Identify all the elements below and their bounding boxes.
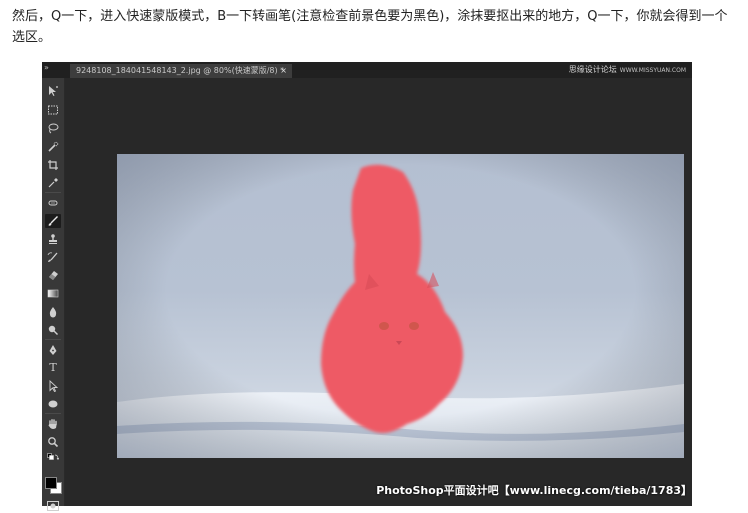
- panel-collapse-toggle[interactable]: »: [44, 63, 49, 72]
- move-icon[interactable]: [45, 84, 61, 98]
- article-instruction-text: 然后，Q一下，进入快速蒙版模式，B一下转画笔(注意检查前景色要为黑色)，涂抹要抠…: [12, 9, 728, 45]
- crop-icon[interactable]: [45, 158, 61, 172]
- eraser-icon[interactable]: [45, 268, 61, 282]
- history-brush-icon[interactable]: [45, 250, 61, 264]
- forum-watermark: PhotoShop平面设计吧【www.linecg.com/tieba/1783…: [376, 484, 692, 497]
- ellipse-shape-icon[interactable]: [45, 397, 61, 411]
- brush-icon[interactable]: [45, 214, 61, 228]
- pen-icon[interactable]: [45, 343, 61, 357]
- path-selection-icon[interactable]: [45, 379, 61, 393]
- clone-stamp-icon[interactable]: [45, 232, 61, 246]
- type-icon[interactable]: T: [45, 361, 61, 375]
- site-watermark-url: WWW.MISSYUAN.COM: [619, 67, 686, 74]
- tools-panel: T: [42, 78, 65, 511]
- healing-brush-icon[interactable]: [45, 196, 61, 210]
- foreground-color-swatch[interactable]: [45, 477, 57, 489]
- default-colors-icon[interactable]: [45, 452, 61, 462]
- site-watermark: 思缘设计论坛 WWW.MISSYUAN.COM: [569, 64, 686, 77]
- close-icon[interactable]: ×: [280, 64, 287, 78]
- hand-icon[interactable]: [45, 417, 61, 431]
- document-tab-title: 9248108_184041548143_2.jpg @ 80%(快速蒙版/8)…: [76, 66, 285, 75]
- photoshop-window: » 9248108_184041548143_2.jpg @ 80%(快速蒙版/…: [42, 62, 692, 511]
- toolbar-divider: [45, 339, 61, 340]
- toolbar-divider: [45, 413, 61, 414]
- gradient-icon[interactable]: [45, 286, 61, 300]
- quick-mask-icon[interactable]: [45, 499, 61, 513]
- zoom-icon[interactable]: [45, 435, 61, 449]
- marquee-icon[interactable]: [45, 103, 61, 117]
- document-tab-bar: » 9248108_184041548143_2.jpg @ 80%(快速蒙版/…: [42, 62, 692, 78]
- quick-selection-icon[interactable]: [45, 140, 61, 154]
- document-canvas[interactable]: PhotoShop平面设计吧【www.linecg.com/tieba/1783…: [65, 78, 692, 506]
- cat-photo-with-quick-mask[interactable]: [117, 154, 684, 458]
- lasso-icon[interactable]: [45, 121, 61, 135]
- document-tab[interactable]: 9248108_184041548143_2.jpg @ 80%(快速蒙版/8)…: [70, 64, 292, 78]
- blur-icon[interactable]: [45, 305, 61, 319]
- eyedropper-icon[interactable]: [45, 176, 61, 190]
- site-watermark-name: 思缘设计论坛: [568, 65, 617, 74]
- toolbar-divider: [45, 192, 61, 193]
- dodge-icon[interactable]: [45, 323, 61, 337]
- type-icon-label: T: [49, 361, 57, 374]
